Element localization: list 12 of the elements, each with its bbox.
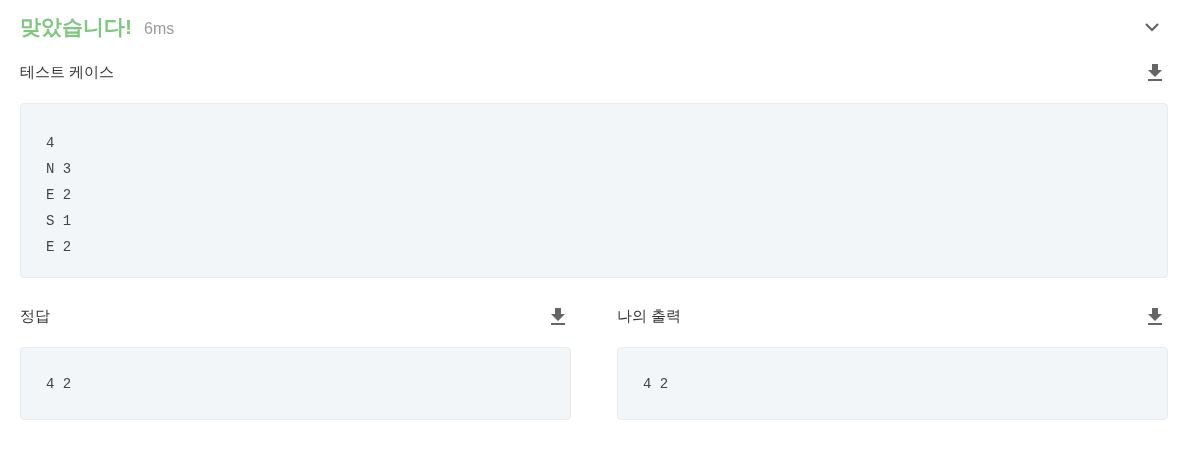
code-text: 4 2 <box>46 375 73 394</box>
download-icon <box>550 307 566 325</box>
section-label: 나의 출력 <box>617 305 682 326</box>
download-icon <box>1147 63 1163 81</box>
result-title: 맞았습니다! <box>20 14 132 41</box>
download-icon <box>1147 307 1163 325</box>
code-text: 4 N 3 E 2 S 1 E 2 <box>46 134 73 257</box>
section-label: 정답 <box>20 305 50 326</box>
chevron-down-icon <box>1144 22 1160 32</box>
code-text: 4 2 <box>643 375 670 394</box>
section-label: 테스트 케이스 <box>20 61 115 82</box>
run-time: 6ms <box>144 19 175 40</box>
